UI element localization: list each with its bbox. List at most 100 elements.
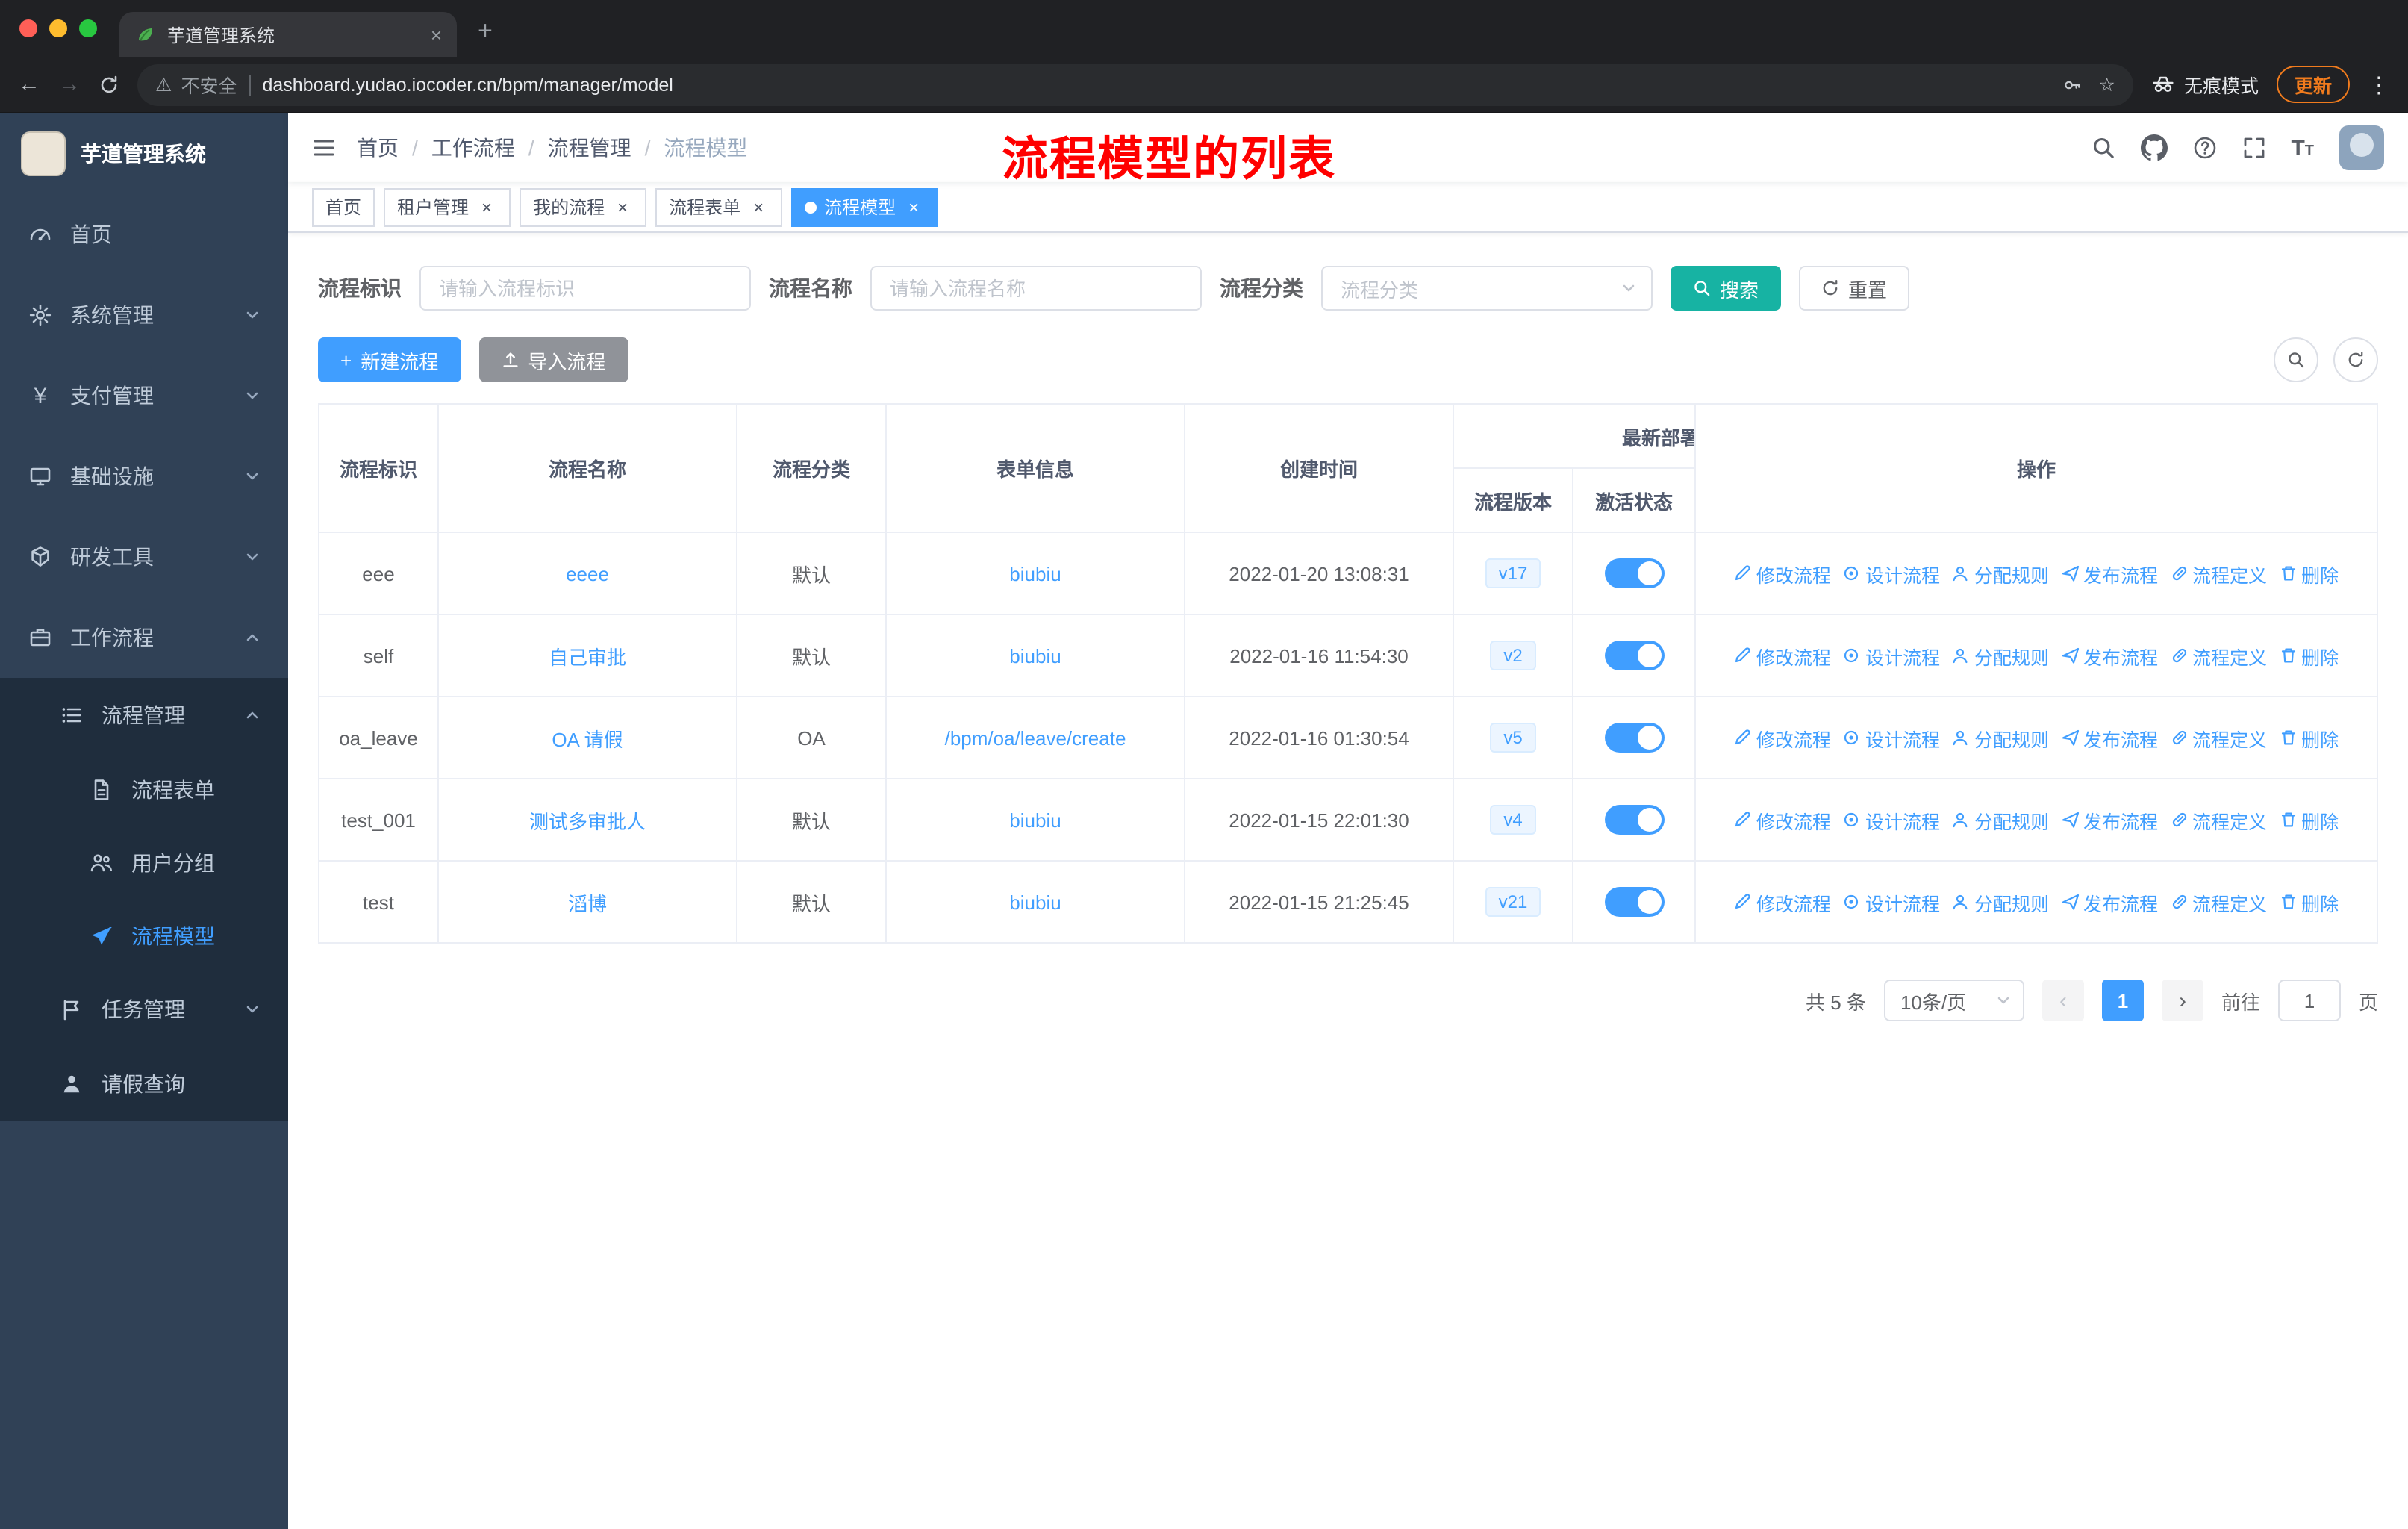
sidebar-item-payment[interactable]: ¥ 支付管理: [0, 355, 288, 436]
address-bar[interactable]: ⚠ 不安全 dashboard.yudao.iocoder.cn/bpm/man…: [137, 63, 2133, 105]
op-design-link[interactable]: 设计流程: [1843, 641, 1940, 670]
back-button[interactable]: ←: [18, 73, 40, 96]
sidebar-item-system[interactable]: 系统管理: [0, 275, 288, 355]
op-assign-rule-link[interactable]: 分配规则: [1952, 888, 2049, 916]
sidebar-item-workflow[interactable]: 工作流程: [0, 597, 288, 678]
breadcrumb-home[interactable]: 首页: [357, 133, 399, 163]
op-design-link[interactable]: 设计流程: [1843, 888, 1940, 916]
zoom-window-button[interactable]: [79, 19, 97, 37]
process-name-link[interactable]: 测试多审批人: [529, 810, 646, 832]
sidebar-item-infrastructure[interactable]: 基础设施: [0, 436, 288, 517]
op-publish-link[interactable]: 发布流程: [2061, 723, 2158, 752]
goto-page-input[interactable]: [2277, 980, 2341, 1021]
active-toggle[interactable]: [1604, 641, 1664, 670]
op-design-link[interactable]: 设计流程: [1843, 723, 1940, 752]
sidebar-item-process-mgmt[interactable]: 流程管理: [0, 678, 288, 753]
sidebar-logo[interactable]: 芋道管理系统: [0, 113, 288, 194]
active-toggle[interactable]: [1604, 805, 1664, 835]
op-design-link[interactable]: 设计流程: [1843, 559, 1940, 588]
tab-close-icon[interactable]: ×: [431, 23, 442, 46]
op-assign-rule-link[interactable]: 分配规则: [1952, 641, 2049, 670]
tag-process-form[interactable]: 流程表单 ×: [655, 187, 783, 226]
sidebar-item-home[interactable]: 首页: [0, 194, 288, 275]
tag-tenant[interactable]: 租户管理 ×: [384, 187, 511, 226]
tag-close-icon[interactable]: ×: [903, 196, 924, 217]
form-info-link[interactable]: biubiu: [1009, 809, 1061, 831]
sidebar-item-devtools[interactable]: 研发工具: [0, 517, 288, 597]
refresh-table-button[interactable]: [2333, 337, 2378, 382]
security-badge[interactable]: ⚠ 不安全: [155, 70, 237, 99]
import-process-button[interactable]: 导入流程: [478, 337, 628, 382]
fullscreen-icon[interactable]: [2242, 136, 2265, 160]
category-select[interactable]: 流程分类: [1321, 266, 1653, 311]
form-info-link[interactable]: /bpm/oa/leave/create: [945, 726, 1126, 749]
browser-tab[interactable]: 芋道管理系统 ×: [119, 12, 457, 57]
form-info-link[interactable]: biubiu: [1009, 562, 1061, 585]
op-modify-link[interactable]: 修改流程: [1734, 641, 1831, 670]
tag-close-icon[interactable]: ×: [612, 196, 633, 217]
op-definition-link[interactable]: 流程定义: [2170, 641, 2267, 670]
op-publish-link[interactable]: 发布流程: [2061, 888, 2158, 916]
avatar[interactable]: [2339, 125, 2384, 170]
update-button[interactable]: 更新: [2276, 66, 2350, 103]
op-definition-link[interactable]: 流程定义: [2170, 888, 2267, 916]
tag-my-process[interactable]: 我的流程 ×: [520, 187, 647, 226]
process-id-input[interactable]: [419, 266, 751, 311]
op-delete-link[interactable]: 删除: [2279, 641, 2339, 670]
sidebar-toggle-button[interactable]: [312, 136, 336, 160]
op-delete-link[interactable]: 删除: [2279, 806, 2339, 834]
op-assign-rule-link[interactable]: 分配规则: [1952, 806, 2049, 834]
github-icon[interactable]: [2140, 134, 2167, 161]
process-name-input[interactable]: [870, 266, 1202, 311]
breadcrumb-process-mgmt[interactable]: 流程管理: [548, 133, 631, 163]
process-name-link[interactable]: 自己审批: [549, 646, 626, 668]
op-assign-rule-link[interactable]: 分配规则: [1952, 559, 2049, 588]
toggle-search-button[interactable]: [2274, 337, 2318, 382]
password-key-icon[interactable]: [2063, 75, 2081, 93]
op-definition-link[interactable]: 流程定义: [2170, 806, 2267, 834]
sidebar-item-leave-query[interactable]: 请假查询: [0, 1047, 288, 1121]
form-info-link[interactable]: biubiu: [1009, 891, 1061, 913]
font-size-icon[interactable]: T T: [2291, 137, 2314, 159]
forward-button[interactable]: →: [58, 73, 81, 96]
tag-home[interactable]: 首页: [312, 187, 375, 226]
op-modify-link[interactable]: 修改流程: [1734, 559, 1831, 588]
form-info-link[interactable]: biubiu: [1009, 644, 1061, 667]
bookmark-star-icon[interactable]: ☆: [2099, 73, 2115, 96]
op-publish-link[interactable]: 发布流程: [2061, 559, 2158, 588]
active-toggle[interactable]: [1604, 558, 1664, 588]
sidebar-item-task-mgmt[interactable]: 任务管理: [0, 972, 288, 1047]
op-definition-link[interactable]: 流程定义: [2170, 723, 2267, 752]
prev-page-button[interactable]: ‹: [2042, 980, 2084, 1021]
op-modify-link[interactable]: 修改流程: [1734, 723, 1831, 752]
reload-button[interactable]: [99, 74, 119, 95]
tag-close-icon[interactable]: ×: [476, 196, 497, 217]
op-publish-link[interactable]: 发布流程: [2061, 641, 2158, 670]
process-name-link[interactable]: OA 请假: [552, 728, 623, 750]
process-name-link[interactable]: eeee: [566, 562, 609, 585]
help-icon[interactable]: [2192, 136, 2216, 160]
reset-button[interactable]: 重置: [1799, 266, 1910, 311]
minimize-window-button[interactable]: [49, 19, 67, 37]
op-delete-link[interactable]: 删除: [2279, 888, 2339, 916]
browser-menu-button[interactable]: ⋮: [2368, 71, 2390, 98]
active-toggle[interactable]: [1604, 723, 1664, 753]
tag-close-icon[interactable]: ×: [748, 196, 769, 217]
sidebar-item-process-form[interactable]: 流程表单: [0, 753, 288, 826]
op-assign-rule-link[interactable]: 分配规则: [1952, 723, 2049, 752]
new-tab-button[interactable]: +: [478, 16, 493, 46]
close-window-button[interactable]: [19, 19, 37, 37]
op-design-link[interactable]: 设计流程: [1843, 806, 1940, 834]
page-1-button[interactable]: 1: [2101, 980, 2144, 1021]
search-icon[interactable]: [2091, 136, 2115, 160]
op-modify-link[interactable]: 修改流程: [1734, 888, 1831, 916]
sidebar-item-user-group[interactable]: 用户分组: [0, 826, 288, 899]
op-delete-link[interactable]: 删除: [2279, 559, 2339, 588]
page-size-select[interactable]: 10条/页: [1883, 980, 2024, 1021]
active-toggle[interactable]: [1604, 887, 1664, 917]
op-delete-link[interactable]: 删除: [2279, 723, 2339, 752]
breadcrumb-workflow[interactable]: 工作流程: [431, 133, 515, 163]
process-name-link[interactable]: 滔博: [568, 892, 607, 915]
tag-process-model[interactable]: 流程模型 ×: [791, 187, 938, 226]
next-page-button[interactable]: ›: [2161, 980, 2203, 1021]
